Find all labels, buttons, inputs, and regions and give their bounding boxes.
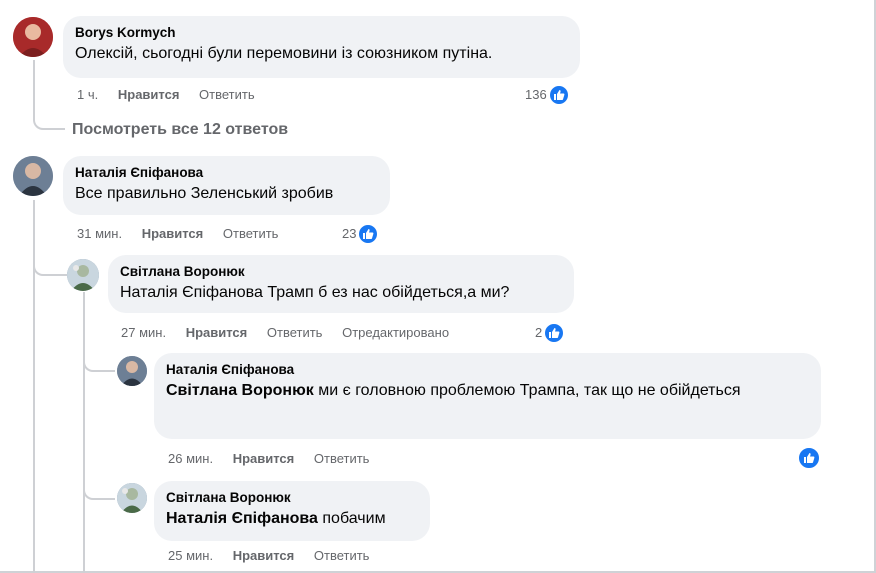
comment-text-body: побачим [317, 510, 386, 527]
reply-button[interactable]: Ответить [223, 226, 279, 241]
comment-text: Все правильно Зеленський зробив [75, 185, 334, 202]
comment-bubble: Наталія Єпіфанова Все правильно Зеленськ… [63, 156, 390, 215]
comment-bubble: Світлана Воронюк Наталія Єпіфанова Трамп… [108, 255, 574, 313]
comment-author[interactable]: Світлана Воронюк [166, 489, 418, 506]
avatar[interactable] [117, 483, 147, 513]
reaction-number: 2 [535, 325, 543, 340]
comment-bubble: Borys Kormych Олексій, сьогодні були пер… [63, 16, 580, 78]
like-thumb-icon [798, 447, 820, 469]
comment-text: Світлана Воронюк ми є головною проблемою… [166, 380, 809, 402]
comment-author[interactable]: Наталія Єпіфанова [75, 164, 378, 181]
reaction-badge[interactable] [796, 447, 820, 469]
like-thumb-icon [544, 323, 565, 343]
comment-actions: 1 ч. Нравится Ответить [77, 87, 271, 103]
reaction-number: 136 [525, 87, 547, 102]
comment-text: Наталія Єпіфанова Трамп б ез нас обійдет… [120, 284, 510, 301]
thread-line [33, 60, 35, 115]
comment-text-body: ми є головною проблемою Трампа, так що н… [313, 382, 741, 399]
comment-time[interactable]: 31 мин. [77, 226, 122, 241]
avatar[interactable] [13, 17, 53, 57]
comment-time[interactable]: 27 мин. [121, 325, 166, 340]
thread-connector [83, 350, 115, 372]
like-button[interactable]: Нравится [118, 87, 180, 102]
like-button[interactable]: Нравится [186, 325, 248, 340]
comment-bubble: Наталія Єпіфанова Світлана Воронюк ми є … [154, 353, 821, 439]
mention-link[interactable]: Наталія Єпіфанова [166, 510, 318, 527]
comment-author[interactable]: Borys Kormych [75, 24, 568, 41]
reply-button[interactable]: Ответить [199, 87, 255, 102]
thread-line [83, 292, 85, 573]
like-thumb-icon [358, 224, 379, 244]
thread-connector [33, 256, 69, 276]
reply-button[interactable]: Ответить [314, 548, 370, 563]
comment-time[interactable]: 26 мин. [168, 451, 213, 466]
avatar[interactable] [117, 356, 147, 386]
comment-actions: 31 мин. Нравится Ответить [77, 226, 294, 242]
comment-text: Олексій, сьогодні були перемовини із сою… [75, 45, 493, 62]
avatar[interactable] [67, 259, 99, 291]
comment-actions: 25 мин. Нравится Ответить [168, 548, 385, 564]
reaction-count[interactable]: 2 [535, 323, 565, 343]
thread-connector [83, 478, 115, 500]
comment-time[interactable]: 1 ч. [77, 87, 98, 102]
comment-time[interactable]: 25 мин. [168, 548, 213, 563]
like-button[interactable]: Нравится [142, 226, 204, 241]
comment-actions: 26 мин. Нравится Ответить [168, 451, 385, 467]
reply-button[interactable]: Ответить [267, 325, 323, 340]
edited-label: Отредактировано [342, 325, 450, 340]
reaction-count[interactable]: 23 [342, 224, 379, 244]
comment-author[interactable]: Наталія Єпіфанова [166, 361, 809, 378]
comment-author[interactable]: Світлана Воронюк [120, 263, 562, 280]
like-button[interactable]: Нравится [233, 548, 295, 563]
comment-text: Наталія Єпіфанова побачим [166, 508, 418, 530]
like-button[interactable]: Нравится [233, 451, 295, 466]
reaction-count[interactable]: 136 [525, 85, 569, 105]
comment-bubble: Світлана Воронюк Наталія Єпіфанова побач… [154, 481, 430, 541]
reaction-number: 23 [342, 226, 357, 241]
view-all-replies-link[interactable]: Посмотреть все 12 ответов [72, 120, 288, 140]
thread-connector [33, 108, 65, 130]
reply-button[interactable]: Ответить [314, 451, 370, 466]
like-thumb-icon [548, 85, 569, 105]
comment-actions: 27 мин. Нравится Ответить Отредактирован… [121, 325, 465, 341]
avatar[interactable] [13, 156, 53, 196]
mention-link[interactable]: Світлана Воронюк [166, 382, 314, 399]
